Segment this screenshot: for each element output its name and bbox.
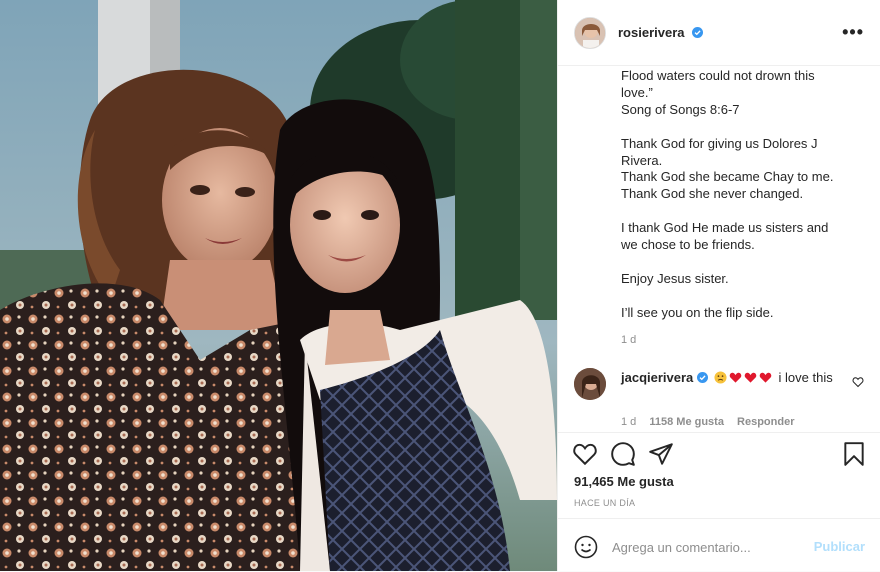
- post-details-panel: rosierivera ••• Flood waters could not d…: [557, 0, 880, 571]
- photo-image: [0, 0, 557, 571]
- caption-line: love.”: [621, 84, 653, 100]
- like-comment-heart-icon[interactable]: [852, 376, 864, 388]
- verified-badge-icon: [697, 372, 709, 383]
- reply-button[interactable]: Responder: [737, 416, 794, 428]
- caption-line: Enjoy Jesus sister.: [621, 270, 729, 286]
- author-avatar-image: [575, 17, 605, 48]
- comment-text: jacqierivera i love this: [621, 370, 843, 386]
- share-icon[interactable]: [648, 441, 674, 467]
- commenter-username[interactable]: jacqierivera: [621, 370, 693, 385]
- caption-line: we chose to be friends.: [621, 237, 755, 253]
- caption-line: Song of Songs 8:6-7: [621, 101, 740, 117]
- caption-timestamp[interactable]: 1 d: [621, 334, 636, 346]
- caption-line: Thank God she became Chay to me.: [621, 169, 834, 185]
- caption-line: Flood waters could not drown this: [621, 68, 815, 83]
- more-options-icon[interactable]: •••: [842, 22, 864, 43]
- red-heart-emoji-icon: [759, 372, 772, 383]
- post-date[interactable]: HACE UN DÍA: [574, 498, 635, 508]
- post-actions-bar: [558, 432, 880, 477]
- post-header: rosierivera •••: [558, 0, 880, 66]
- publish-button[interactable]: Publicar: [814, 539, 865, 554]
- caption-line: Thank God she never changed.: [621, 186, 804, 202]
- post-caption: Flood waters could not drown this love.”…: [621, 66, 861, 366]
- post-modal: rosierivera ••• Flood waters could not d…: [0, 0, 880, 571]
- caption-line: Thank God for giving us Dolores J: [621, 135, 818, 151]
- like-count[interactable]: 91,465 Me gusta: [574, 474, 674, 489]
- comment-meta: 1 d 1158 Me gusta Responder: [621, 416, 804, 428]
- heart-icon[interactable]: [572, 441, 598, 467]
- red-heart-emoji-icon: [729, 372, 742, 383]
- add-comment-bar: Publicar: [558, 518, 880, 572]
- bookmark-icon[interactable]: [841, 441, 867, 467]
- caption-line: Rivera.: [621, 152, 663, 168]
- commenter-avatar[interactable]: [574, 368, 606, 400]
- caption-line: I’ll see you on the flip side.: [621, 304, 774, 320]
- verified-badge-icon: [692, 27, 704, 38]
- author-username[interactable]: rosierivera: [618, 25, 704, 40]
- emoji-icon[interactable]: [574, 535, 598, 559]
- comment-input[interactable]: [610, 533, 804, 561]
- commenter-avatar-image: [574, 368, 606, 400]
- comment-emojis: [714, 371, 772, 384]
- caption-line: I thank God He made us sisters and: [621, 220, 829, 236]
- sad-face-emoji-icon: [714, 371, 727, 384]
- author-username-text[interactable]: rosierivera: [618, 25, 685, 40]
- red-heart-emoji-icon: [744, 372, 757, 383]
- post-photo[interactable]: [0, 0, 557, 571]
- comment-body: i love this: [778, 370, 833, 385]
- comment-icon[interactable]: [610, 441, 636, 467]
- comment-like-count[interactable]: 1158 Me gusta: [649, 416, 724, 428]
- comment-timestamp[interactable]: 1 d: [621, 416, 636, 428]
- author-avatar[interactable]: [574, 16, 606, 49]
